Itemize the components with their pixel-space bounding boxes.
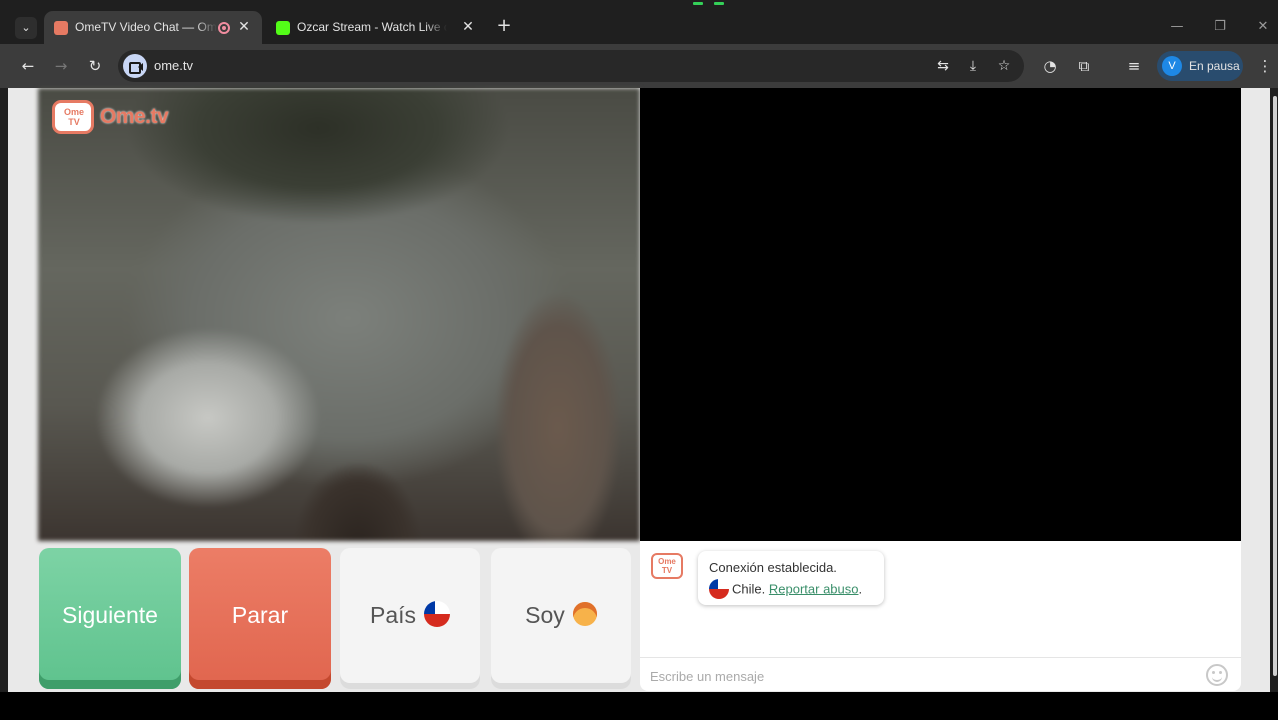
close-tab-icon[interactable]: ✕ (459, 18, 477, 36)
forward-icon[interactable]: → (50, 55, 72, 77)
extensions-icon[interactable]: ⧉ (1073, 55, 1095, 77)
new-tab-button[interactable]: + (494, 16, 514, 36)
window-close-icon[interactable]: ✕ (1252, 18, 1274, 36)
indicator-mark (693, 2, 703, 5)
ometv-logo[interactable]: Ome TV Ome.tv (52, 96, 182, 138)
scrollbar-thumb[interactable] (1273, 96, 1277, 676)
browser-window: ⌄ OmeTV Video Chat — Ome ✕ Ozcar Stream … (0, 0, 1278, 720)
boy-face-icon (572, 601, 597, 626)
emoji-icon[interactable] (1206, 664, 1228, 686)
ometv-chat-icon: Ome TV (651, 553, 683, 579)
stop-button[interactable]: Parar (189, 548, 331, 689)
ometv-favicon-icon (54, 21, 68, 35)
tab-strip: ⌄ OmeTV Video Chat — Ome ✕ Ozcar Stream … (0, 8, 1278, 44)
tab-title: OmeTV Video Chat — Ome (75, 20, 217, 34)
self-video (640, 88, 1241, 541)
profile-status: En pausa (1189, 59, 1240, 73)
site-info-icon[interactable] (123, 54, 147, 78)
next-button[interactable]: Siguiente (39, 548, 181, 689)
media-controls-icon[interactable]: ≡ (1123, 55, 1145, 77)
snapchat-extension-icon[interactable]: ◔ (1039, 55, 1061, 77)
translate-icon[interactable]: ⇆ (933, 56, 953, 76)
close-tab-icon[interactable]: ✕ (235, 18, 253, 36)
bookmark-star-icon[interactable]: ☆ (994, 56, 1014, 76)
back-icon[interactable]: ← (17, 55, 39, 77)
partner-country-line: Chile. Reportar abuso. (709, 579, 862, 600)
url-text[interactable]: ome.tv (154, 58, 193, 73)
tab-search-icon[interactable]: ⌄ (15, 17, 37, 39)
system-message: Conexión establecida. Chile. Reportar ab… (698, 551, 884, 605)
chile-flag-icon (424, 600, 451, 627)
chile-flag-icon (709, 579, 729, 599)
tab-title: Ozcar Stream - Watch Live on K (297, 20, 447, 34)
message-input[interactable] (650, 666, 1190, 686)
taskbar-edge (0, 692, 1278, 720)
chat-panel: Ome TV Conexión establecida. Chile. Repo… (640, 541, 1241, 691)
connection-status: Conexión establecida. (709, 560, 837, 575)
profile-button[interactable]: V En pausa (1157, 51, 1243, 81)
kick-favicon-icon (276, 21, 290, 35)
tab-ometv[interactable]: OmeTV Video Chat — Ome ✕ (44, 11, 262, 44)
recording-icon (218, 22, 230, 34)
logo-wordmark: Ome.tv (100, 105, 169, 128)
reload-icon[interactable]: ↻ (84, 55, 106, 77)
indicator-mark (714, 2, 724, 5)
install-app-icon[interactable]: ⤓ (963, 56, 983, 76)
report-abuse-link[interactable]: Reportar abuso (769, 581, 859, 596)
gender-button[interactable]: Soy (491, 548, 631, 689)
partner-country: Chile. (732, 581, 766, 597)
divider (640, 657, 1241, 658)
toolbar: ← → ↻ ome.tv ⇆ ⤓ ☆ ◔ ⧉ ≡ V En pausa ⋮ (0, 44, 1278, 88)
tab-kick-stream[interactable]: Ozcar Stream - Watch Live on K ✕ (266, 11, 486, 44)
avatar: V (1162, 56, 1182, 76)
tv-logo-icon: Ome TV (52, 100, 94, 134)
partner-video (38, 88, 640, 541)
minimize-icon[interactable]: — (1166, 18, 1188, 36)
restore-icon[interactable]: ❐ (1209, 18, 1231, 36)
address-bar[interactable]: ome.tv ⇆ ⤓ ☆ (118, 50, 1024, 82)
country-button[interactable]: País (340, 548, 480, 689)
menu-icon[interactable]: ⋮ (1254, 55, 1276, 77)
